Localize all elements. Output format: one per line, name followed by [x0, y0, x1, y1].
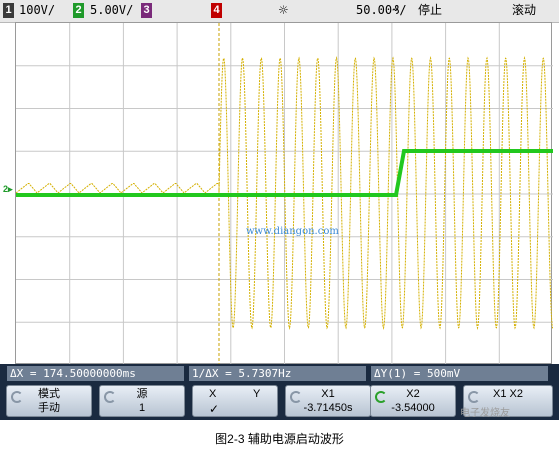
xy-softkey[interactable]: X Y ✓	[192, 385, 278, 417]
x1-cursor-softkey[interactable]: X1 -3.71450s	[285, 385, 371, 417]
mode-softkey-title: 模式	[38, 388, 60, 400]
mode-softkey-value: 手动	[38, 402, 60, 414]
run-state-label[interactable]: 停止	[418, 3, 442, 18]
inverse-delta-x-readout: 1/ΔX = 5.7307Hz	[189, 366, 366, 381]
source-softkey-value: 1	[138, 402, 146, 414]
x1-softkey-title: X1	[321, 388, 335, 400]
channel-3-badge[interactable]: 3	[141, 3, 152, 18]
check-icon: ✓	[209, 402, 220, 416]
channel-2-badge[interactable]: 2	[73, 3, 84, 18]
source-softkey-title: 源	[136, 388, 148, 400]
channel-status-bar: 1 100V/ 2 5.00V/ 3 4 ☼ 50.00₰/ 停止 滚动	[0, 0, 559, 23]
cursor-readouts: ΔX = 174.50000000ms 1/ΔX = 5.7307Hz ΔY(1…	[0, 364, 559, 383]
x2-softkey-title: X2	[406, 388, 420, 400]
trigger-icon: ☼	[278, 3, 289, 17]
mode-softkey[interactable]: 模式 手动	[6, 385, 92, 417]
xy-softkey-x-label: X	[209, 388, 217, 400]
channel-1-badge[interactable]: 1	[3, 3, 14, 18]
waveform-svg	[16, 23, 553, 365]
delta-y-readout: ΔY(1) = 500mV	[371, 366, 548, 381]
x2-cursor-softkey[interactable]: X2 -3.54000	[370, 385, 456, 417]
corner-watermark: 电子发烧友	[460, 408, 510, 419]
acquisition-mode-label[interactable]: 滚动	[512, 3, 536, 18]
source-softkey[interactable]: 源 1	[99, 385, 185, 417]
channel-2-ground-marker[interactable]: 2▸	[3, 184, 13, 195]
timebase-readout: 50.00₰/	[356, 3, 407, 17]
x1x2-softkey-title: X1 X2	[493, 388, 523, 400]
channel-4-badge[interactable]: 4	[211, 3, 222, 18]
xy-softkey-y-label: Y	[253, 388, 261, 400]
oscilloscope-screen: 1 100V/ 2 5.00V/ 3 4 ☼ 50.00₰/ 停止 滚动 www…	[0, 0, 559, 420]
plot-watermark: www.diangon.com	[246, 226, 339, 237]
x1-softkey-value: -3.71450s	[303, 402, 353, 414]
channel-2-scale: 5.00V/	[90, 3, 134, 17]
figure-caption: 图2-3 辅助电源启动波形	[215, 432, 344, 446]
channel-1-scale: 100V/	[19, 3, 56, 17]
x2-softkey-value: -3.54000	[391, 402, 435, 414]
waveform-display[interactable]: www.diangon.com	[15, 22, 553, 365]
delta-x-readout: ΔX = 174.50000000ms	[7, 366, 184, 381]
